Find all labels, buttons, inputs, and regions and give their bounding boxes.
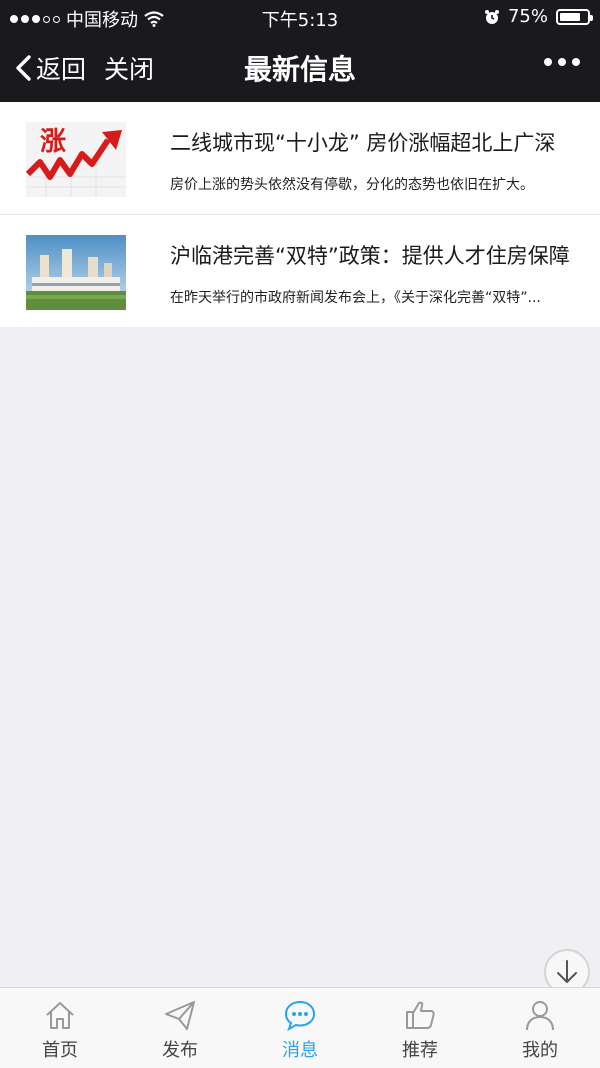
- news-summary: 房价上涨的势头依然没有停歇，分化的态势也依旧在扩大。: [170, 177, 534, 193]
- alarm-icon: [484, 9, 499, 24]
- tab-mine[interactable]: 我的: [480, 988, 600, 1068]
- home-icon: [46, 1002, 74, 1029]
- tab-bar: 首页 发布 消息 推荐 我的: [0, 987, 600, 1068]
- chat-icon: [284, 1000, 316, 1032]
- battery-icon: [556, 8, 593, 25]
- thumbnail-text: 涨: [40, 127, 66, 157]
- more-dot: [572, 58, 580, 66]
- thumbs-up-icon: [406, 1001, 435, 1029]
- more-dot: [558, 58, 566, 66]
- send-icon: [165, 1001, 195, 1030]
- tab-recommend[interactable]: 推荐: [360, 988, 480, 1068]
- status-right: 75%: [484, 6, 593, 27]
- tab-label: 推荐: [402, 1040, 438, 1061]
- more-button[interactable]: [544, 58, 580, 66]
- more-dot: [544, 58, 552, 66]
- battery-percent: 75%: [507, 6, 548, 27]
- status-bar: 中国移动 下午5:13 75%: [0, 0, 600, 34]
- tab-label: 消息: [282, 1040, 318, 1061]
- news-thumbnail-buildings: [26, 235, 126, 310]
- tab-publish[interactable]: 发布: [120, 988, 240, 1068]
- news-thumbnail-price-rise: 涨: [26, 122, 126, 197]
- page-title: 最新信息: [243, 53, 356, 86]
- tab-label: 发布: [162, 1040, 198, 1061]
- tab-label: 首页: [42, 1040, 78, 1061]
- news-title: 二线城市现“十小龙” 房价涨幅超北上广深: [170, 131, 556, 155]
- news-title: 沪临港完善“双特”政策：提供人才住房保障: [170, 244, 570, 268]
- nav-bar: 返回 关闭 最新信息: [0, 34, 600, 102]
- news-item[interactable]: 涨 二线城市现“十小龙” 房价涨幅超北上广深 房价上涨的势头依然没有停歇，分化的…: [0, 102, 600, 215]
- news-summary: 在昨天举行的市政府新闻发布会上，《关于深化完善“双特”...: [170, 290, 541, 306]
- tab-messages[interactable]: 消息: [240, 988, 360, 1068]
- tab-label: 我的: [522, 1040, 558, 1061]
- battery-fill: [560, 12, 580, 21]
- top-bar: 中国移动 下午5:13 75% 返回 关闭 最新信息: [0, 0, 600, 102]
- news-list: 涨 二线城市现“十小龙” 房价涨幅超北上广深 房价上涨的势头依然没有停歇，分化的…: [0, 102, 600, 327]
- user-icon: [526, 1001, 554, 1031]
- tab-home[interactable]: 首页: [0, 988, 120, 1068]
- news-item[interactable]: 沪临港完善“双特”政策：提供人才住房保障 在昨天举行的市政府新闻发布会上，《关于…: [0, 215, 600, 327]
